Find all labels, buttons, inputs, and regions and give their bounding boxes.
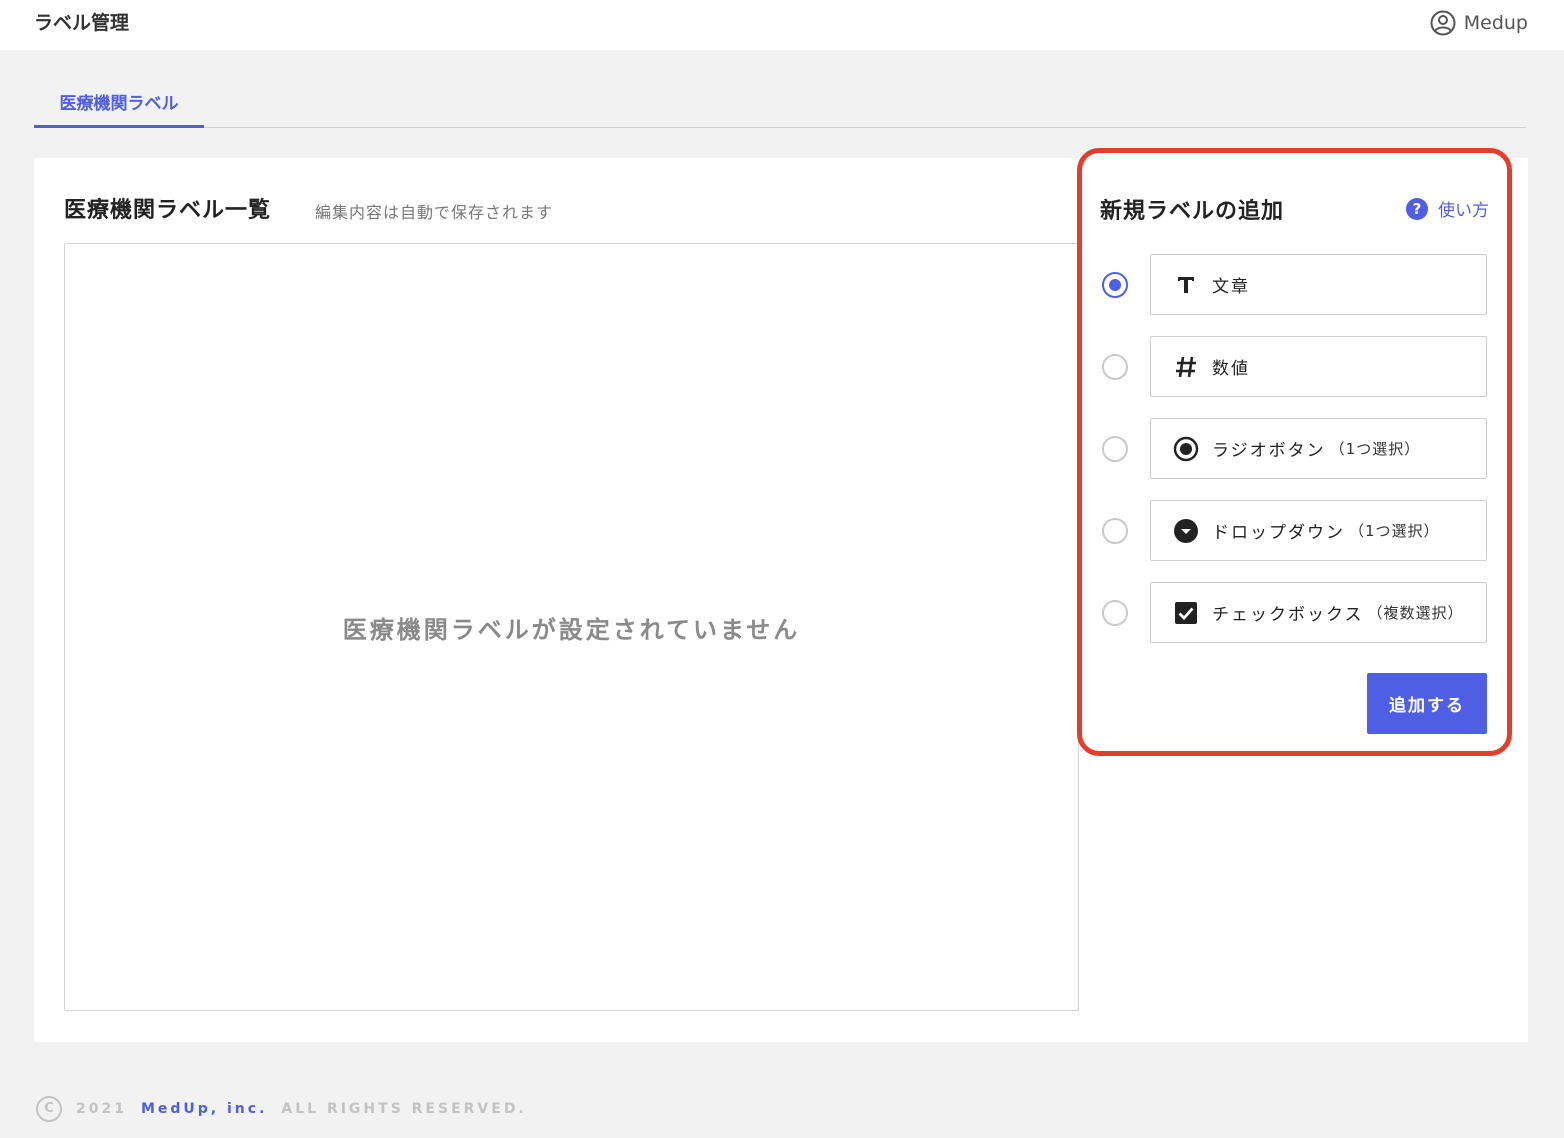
tab-bar: 医療機関ラベル — [34, 80, 1526, 128]
question-circle-icon: ? — [1406, 197, 1428, 220]
new-label-panel: 新規ラベルの追加 ? 使い方 文章 数値 ラジオボタン （1つ選択） ドロップダ… — [1077, 148, 1512, 756]
label-type-card-number[interactable]: 数値 — [1150, 336, 1487, 397]
label-type-name: チェックボックス — [1212, 605, 1364, 625]
user-name: Medup — [1463, 12, 1528, 34]
label-list-box: 医療機関ラベルが設定されていません — [64, 243, 1079, 1011]
label-type-card-checkbox[interactable]: チェックボックス （複数選択） — [1150, 582, 1487, 643]
label-type-radio-radio[interactable] — [1102, 436, 1128, 462]
footer-rights: ALL RIGHTS RESERVED. — [281, 1101, 527, 1117]
label-type-option-dropdown: ドロップダウン （1つ選択） — [1102, 500, 1492, 562]
label-type-name: ラジオボタン — [1212, 441, 1326, 461]
new-label-title: 新規ラベルの追加 — [1100, 199, 1285, 224]
label-type-card-radio[interactable]: ラジオボタン （1つ選択） — [1150, 418, 1487, 479]
label-type-card-dropdown[interactable]: ドロップダウン （1つ選択） — [1150, 500, 1487, 561]
help-link-label: 使い方 — [1438, 201, 1489, 221]
label-type-option-radio: ラジオボタン （1つ選択） — [1102, 418, 1492, 480]
label-type-option-checkbox: チェックボックス （複数選択） — [1102, 582, 1492, 644]
dropdown-icon — [1173, 518, 1199, 544]
radio-button-icon — [1173, 436, 1199, 462]
label-type-note: （1つ選択） — [1349, 522, 1440, 540]
checkbox-icon — [1173, 600, 1199, 626]
help-link[interactable]: ? 使い方 — [1406, 196, 1489, 221]
label-type-name: ドロップダウン — [1212, 523, 1345, 543]
label-type-name: 文章 — [1212, 277, 1250, 297]
label-type-radio-dropdown[interactable] — [1102, 518, 1128, 544]
footer-company: MedUp, inc. — [140, 1101, 268, 1117]
top-bar: ラベル管理 Medup — [0, 0, 1564, 50]
app-title: ラベル管理 — [34, 12, 130, 34]
footer: C 2021 MedUp, inc. ALL RIGHTS RESERVED. — [36, 1096, 527, 1122]
footer-year: 2021 — [76, 1101, 127, 1117]
tab-medical-institution-labels[interactable]: 医療機関ラベル — [34, 80, 204, 128]
label-type-radio-number[interactable] — [1102, 354, 1128, 380]
label-type-note: （1つ選択） — [1329, 440, 1421, 458]
text-icon — [1173, 272, 1199, 298]
user-menu[interactable]: Medup — [1430, 8, 1528, 38]
label-type-note: （複数選択） — [1367, 604, 1464, 622]
label-type-option-number: 数値 — [1102, 336, 1492, 398]
add-label-button[interactable]: 追加する — [1367, 673, 1487, 734]
copyright-icon: C — [36, 1096, 62, 1122]
label-list-title: 医療機関ラベル一覧 — [64, 198, 272, 223]
label-type-card-text[interactable]: 文章 — [1150, 254, 1487, 315]
hash-icon — [1173, 354, 1199, 380]
label-type-name: 数値 — [1212, 359, 1250, 379]
label-type-option-text: 文章 — [1102, 254, 1492, 316]
label-type-radio-text[interactable] — [1102, 272, 1128, 298]
label-type-radio-checkbox[interactable] — [1102, 600, 1128, 626]
empty-state-message: 医療機関ラベルが設定されていません — [342, 616, 801, 644]
autosave-note: 編集内容は自動で保存されます — [315, 203, 554, 222]
user-account-icon — [1430, 10, 1456, 36]
